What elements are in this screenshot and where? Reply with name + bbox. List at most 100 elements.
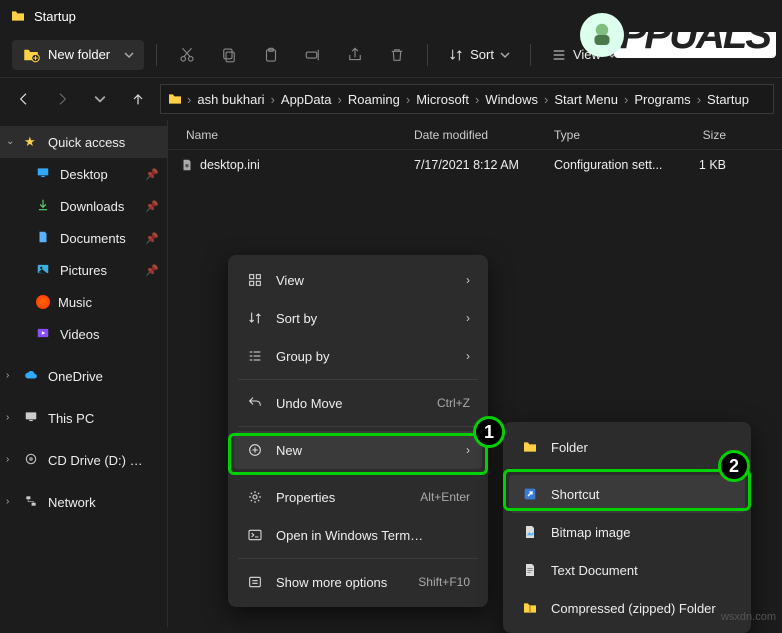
sidebar-item-label: Pictures — [60, 263, 107, 278]
up-button[interactable] — [122, 83, 154, 115]
ctx-sort-by[interactable]: Sort by › — [234, 299, 482, 337]
videos-icon — [36, 326, 52, 342]
chevron-right-icon[interactable]: › — [6, 370, 9, 381]
sidebar-item-label: Downloads — [60, 199, 124, 214]
chevron-right-icon: › — [466, 349, 470, 363]
file-date: 7/17/2021 8:12 AM — [414, 158, 554, 172]
delete-icon[interactable] — [379, 37, 415, 73]
star-icon: ★ — [24, 134, 40, 150]
ctx-show-more[interactable]: Show more options Shift+F10 — [234, 563, 482, 601]
folder-icon — [521, 439, 539, 455]
forward-button[interactable] — [46, 83, 78, 115]
crumb[interactable]: Start Menu — [552, 92, 620, 107]
file-pane[interactable]: Name Date modified Type Size desktop.ini… — [168, 120, 782, 627]
ctxsub-zip[interactable]: Compressed (zipped) Folder — [509, 589, 745, 627]
crumb[interactable]: AppData — [279, 92, 334, 107]
sidebar-item-onedrive[interactable]: › OneDrive — [0, 360, 167, 392]
chevron-right-icon: › — [466, 311, 470, 325]
folder-icon — [10, 8, 26, 24]
ctxsub-folder[interactable]: Folder — [509, 428, 745, 466]
file-row[interactable]: desktop.ini 7/17/2021 8:12 AM Configurat… — [168, 150, 782, 180]
new-folder-button[interactable]: New folder — [12, 40, 144, 70]
sidebar-item-quick-access[interactable]: ⌄ ★ Quick access — [0, 126, 167, 158]
undo-icon — [246, 395, 264, 411]
chevron-right-icon: › — [466, 273, 470, 287]
sort-button[interactable]: Sort — [440, 41, 518, 69]
pc-icon — [24, 410, 40, 426]
pin-icon: 📌 — [145, 200, 159, 213]
crumb[interactable]: Roaming — [346, 92, 402, 107]
chevron-down-icon[interactable]: ⌄ — [6, 136, 14, 147]
annotation-frame-2 — [503, 469, 751, 511]
paste-icon[interactable] — [253, 37, 289, 73]
column-type[interactable]: Type — [554, 128, 672, 142]
sidebar: ⌄ ★ Quick access Desktop 📌 Downloads 📌 D… — [0, 120, 168, 627]
file-name: desktop.ini — [200, 158, 260, 172]
pin-icon: 📌 — [145, 264, 159, 277]
crumb[interactable]: Programs — [632, 92, 692, 107]
settings-file-icon — [180, 158, 194, 172]
sidebar-item-pictures[interactable]: Pictures 📌 — [0, 254, 167, 286]
cut-icon[interactable] — [169, 37, 205, 73]
crumb[interactable]: Microsoft — [414, 92, 471, 107]
group-icon — [246, 348, 264, 364]
rename-icon[interactable] — [295, 37, 331, 73]
sidebar-item-cd-drive[interactable]: › CD Drive (D:) Virtual — [0, 444, 167, 476]
sidebar-item-label: CD Drive (D:) Virtual — [48, 453, 148, 468]
column-headers[interactable]: Name Date modified Type Size — [168, 120, 782, 150]
ctx-undo[interactable]: Undo Move Ctrl+Z — [234, 384, 482, 422]
text-file-icon — [521, 562, 539, 578]
more-button[interactable] — [631, 39, 667, 71]
chevron-right-icon[interactable]: › — [6, 496, 9, 507]
recent-button[interactable] — [84, 83, 116, 115]
sidebar-item-label: Videos — [60, 327, 100, 342]
network-icon — [24, 494, 40, 510]
chevron-right-icon[interactable]: › — [6, 454, 9, 465]
chevron-right-icon[interactable]: › — [6, 412, 9, 423]
column-date[interactable]: Date modified — [414, 128, 554, 142]
crumb[interactable]: Windows — [483, 92, 540, 107]
ctx-open-terminal[interactable]: Open in Windows Terminal — [234, 516, 482, 554]
column-name[interactable]: Name — [168, 128, 414, 142]
sidebar-item-this-pc[interactable]: › This PC — [0, 402, 167, 434]
back-button[interactable] — [8, 83, 40, 115]
pictures-icon — [36, 262, 52, 278]
sidebar-item-desktop[interactable]: Desktop 📌 — [0, 158, 167, 190]
context-submenu-new: Folder Shortcut Bitmap image Text Docume… — [503, 422, 751, 633]
disc-icon — [24, 452, 40, 468]
context-menu: View › Sort by › Group by › Undo Move Ct… — [228, 255, 488, 607]
sidebar-item-downloads[interactable]: Downloads 📌 — [0, 190, 167, 222]
window-title: Startup — [34, 9, 76, 24]
copy-icon[interactable] — [211, 37, 247, 73]
desktop-icon — [36, 166, 52, 182]
annotation-badge-2: 2 — [718, 450, 750, 482]
chevron-down-icon — [124, 50, 134, 60]
sidebar-item-music[interactable]: Music — [0, 286, 167, 318]
ctxsub-text[interactable]: Text Document — [509, 551, 745, 589]
download-icon — [36, 198, 52, 214]
view-button[interactable]: View — [543, 41, 625, 69]
sidebar-item-label: This PC — [48, 411, 94, 426]
breadcrumb[interactable]: › ash bukhari› AppData› Roaming› Microso… — [160, 84, 774, 114]
folder-icon — [167, 91, 183, 107]
sidebar-item-label: Documents — [60, 231, 126, 246]
crumb[interactable]: Startup — [705, 92, 751, 107]
ctxsub-bitmap[interactable]: Bitmap image — [509, 513, 745, 551]
sidebar-item-videos[interactable]: Videos — [0, 318, 167, 350]
column-size[interactable]: Size — [672, 128, 732, 142]
bitmap-icon — [521, 524, 539, 540]
sort-icon — [246, 310, 264, 326]
navbar: › ash bukhari› AppData› Roaming› Microso… — [0, 78, 782, 120]
ctx-properties[interactable]: Properties Alt+Enter — [234, 478, 482, 516]
sidebar-item-label: Network — [48, 495, 96, 510]
sidebar-item-documents[interactable]: Documents 📌 — [0, 222, 167, 254]
sidebar-item-network[interactable]: › Network — [0, 486, 167, 518]
ctx-group-by[interactable]: Group by › — [234, 337, 482, 375]
ctx-view[interactable]: View › — [234, 261, 482, 299]
crumb[interactable]: ash bukhari — [195, 92, 266, 107]
share-icon[interactable] — [337, 37, 373, 73]
sidebar-item-label: Quick access — [48, 135, 125, 150]
watermark-text: wsxdn.com — [721, 611, 776, 623]
more-options-icon — [246, 574, 264, 590]
file-size: 1 KB — [672, 158, 732, 172]
